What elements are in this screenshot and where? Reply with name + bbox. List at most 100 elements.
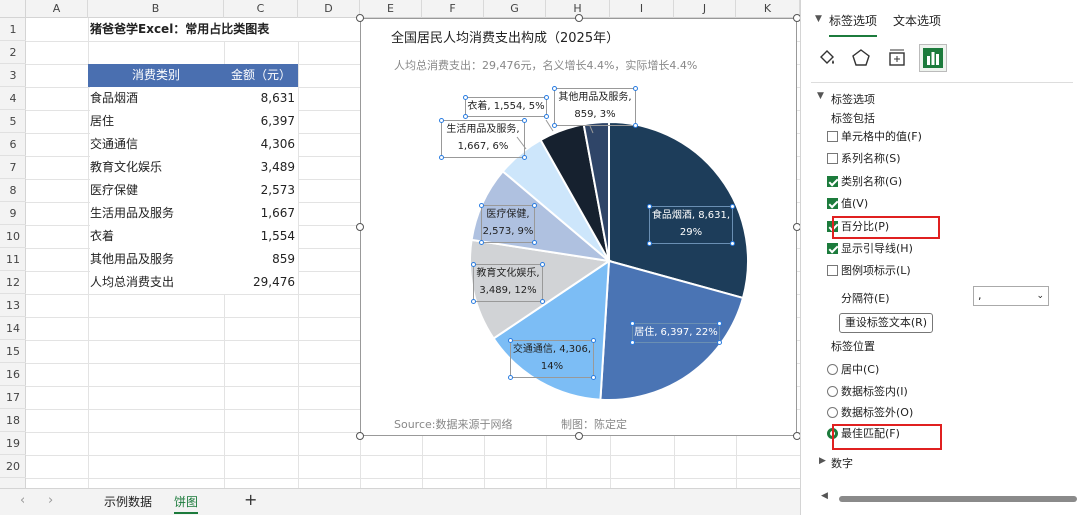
effects-icon[interactable]	[847, 44, 875, 72]
radio-icon[interactable]	[827, 364, 838, 375]
row-header[interactable]: 12	[0, 271, 26, 294]
column-header-c[interactable]: C	[224, 0, 298, 18]
section-number[interactable]: 数字	[831, 455, 853, 471]
table-cell-category[interactable]: 医疗保健	[90, 179, 224, 202]
checkbox-series-name[interactable]: 系列名称(S)	[827, 151, 901, 167]
table-cell-category[interactable]: 食品烟酒	[90, 87, 224, 110]
row-header[interactable]: 1	[0, 18, 26, 41]
table-cell-amount[interactable]: 6,397	[224, 110, 298, 133]
radio-icon[interactable]	[827, 407, 838, 418]
table-cell-category[interactable]: 其他用品及服务	[90, 248, 224, 271]
column-header-e[interactable]: E	[360, 0, 422, 18]
data-label-transport[interactable]: 交通通信, 4,306, 14%	[508, 338, 596, 380]
checkbox-legend-key[interactable]: 图例项标示(L)	[827, 263, 911, 279]
radio-icon[interactable]	[827, 386, 838, 397]
label-options-chart-icon[interactable]	[919, 44, 947, 72]
chevron-down-icon[interactable]: ▼	[817, 91, 824, 101]
table-cell-amount[interactable]: 859	[224, 248, 298, 271]
fill-line-icon[interactable]	[813, 44, 841, 72]
row-header[interactable]: 3	[0, 64, 26, 87]
resize-handle[interactable]	[575, 432, 583, 440]
tab-label-options[interactable]: 标签选项	[829, 12, 878, 37]
row-header[interactable]: 9	[0, 202, 26, 225]
section-label-options[interactable]: 标签选项	[831, 91, 875, 107]
scroll-left-icon[interactable]: ◀	[821, 491, 828, 501]
table-cell-amount[interactable]: 1,554	[224, 225, 298, 248]
column-header-f[interactable]: F	[422, 0, 484, 18]
chart-author-note[interactable]: 制图：陈定定	[561, 416, 627, 432]
checkbox-value[interactable]: 值(V)	[827, 196, 868, 212]
chevron-down-icon[interactable]: ▼	[815, 14, 822, 24]
sheet-title-cell[interactable]: 猪爸爸学Excel：常用占比类图表	[90, 18, 330, 41]
table-cell-amount[interactable]: 29,476	[224, 271, 298, 294]
data-label-food[interactable]: 食品烟酒, 8,631, 29%	[647, 204, 735, 246]
header-cell-amount[interactable]: 金额（元）	[224, 64, 298, 87]
row-header[interactable]: 2	[0, 41, 26, 64]
resize-handle[interactable]	[356, 223, 364, 231]
data-label-education[interactable]: 教育文化娱乐, 3,489, 12%	[471, 262, 545, 304]
scrollbar-thumb[interactable]	[839, 496, 1077, 502]
sheet-tab-sample-data[interactable]: 示例数据	[104, 492, 152, 512]
table-cell-amount[interactable]: 3,489	[224, 156, 298, 179]
row-header[interactable]: 13	[0, 294, 26, 317]
table-cell-amount[interactable]: 8,631	[224, 87, 298, 110]
table-cell-amount[interactable]: 1,667	[224, 202, 298, 225]
row-header[interactable]: 17	[0, 386, 26, 409]
checkbox-icon[interactable]	[827, 265, 838, 276]
checkbox-cell-value[interactable]: 单元格中的值(F)	[827, 129, 922, 145]
row-header[interactable]: 5	[0, 110, 26, 133]
checkbox-checked-icon[interactable]	[827, 243, 838, 254]
checkbox-checked-icon[interactable]	[827, 198, 838, 209]
row-header[interactable]: 7	[0, 156, 26, 179]
panel-horizontal-scrollbar[interactable]: ◀	[821, 491, 1079, 504]
next-sheet-arrow-icon[interactable]: ›	[48, 493, 53, 508]
row-header[interactable]: 19	[0, 432, 26, 455]
table-cell-amount[interactable]: 4,306	[224, 133, 298, 156]
add-sheet-icon[interactable]: +	[244, 490, 257, 509]
pie-chart-object[interactable]: 全国居民人均消费支出构成（2025年） 人均总消费支出：29,476元，名义增长…	[356, 14, 801, 440]
column-header-i[interactable]: I	[610, 0, 674, 18]
checkbox-icon[interactable]	[827, 153, 838, 164]
data-label-medical[interactable]: 医疗保健, 2,573, 9%	[479, 203, 537, 245]
radio-outside-end[interactable]: 数据标签外(O)	[827, 405, 913, 421]
data-label-other[interactable]: 其他用品及服务, 859, 3%	[552, 86, 638, 128]
column-header-k[interactable]: K	[736, 0, 800, 18]
checkbox-leader-lines[interactable]: 显示引导线(H)	[827, 241, 913, 257]
chart-source-note[interactable]: Source:数据来源于网络	[394, 416, 513, 432]
data-label-clothing[interactable]: 衣着, 1,554, 5%	[463, 95, 549, 119]
column-header-b[interactable]: B	[88, 0, 224, 18]
reset-label-text-button[interactable]: 重设标签文本(R)	[839, 313, 933, 333]
row-header[interactable]: 11	[0, 248, 26, 271]
chevron-right-icon[interactable]: ▶	[819, 456, 826, 466]
size-properties-icon[interactable]	[883, 44, 911, 72]
row-header[interactable]: 6	[0, 133, 26, 156]
row-header[interactable]: 16	[0, 363, 26, 386]
table-cell-category[interactable]: 生活用品及服务	[90, 202, 224, 225]
select-all-corner[interactable]	[0, 0, 26, 18]
column-header-d[interactable]: D	[298, 0, 360, 18]
separator-select[interactable]: , ⌄	[973, 286, 1049, 306]
radio-center[interactable]: 居中(C)	[827, 362, 879, 378]
table-cell-category[interactable]: 交通通信	[90, 133, 224, 156]
row-header[interactable]: 15	[0, 340, 26, 363]
checkbox-icon[interactable]	[827, 131, 838, 142]
table-cell-category[interactable]: 人均总消费支出	[90, 271, 224, 294]
column-header-a[interactable]: A	[26, 0, 88, 18]
resize-handle[interactable]	[356, 14, 364, 22]
row-header[interactable]: 18	[0, 409, 26, 432]
tab-text-options[interactable]: 文本选项	[893, 12, 941, 29]
column-header-g[interactable]: G	[484, 0, 546, 18]
row-header[interactable]: 20	[0, 455, 26, 478]
table-cell-category[interactable]: 教育文化娱乐	[90, 156, 224, 179]
header-cell-category[interactable]: 消费类别	[88, 64, 224, 87]
checkbox-category-name[interactable]: 类别名称(G)	[827, 174, 902, 190]
row-header[interactable]: 4	[0, 87, 26, 110]
resize-handle[interactable]	[356, 432, 364, 440]
resize-handle[interactable]	[575, 14, 583, 22]
data-label-household[interactable]: 生活用品及服务, 1,667, 6%	[439, 118, 527, 160]
row-header[interactable]: 14	[0, 317, 26, 340]
table-cell-category[interactable]: 衣着	[90, 225, 224, 248]
row-header[interactable]: 10	[0, 225, 26, 248]
row-header[interactable]: 8	[0, 179, 26, 202]
prev-sheet-arrow-icon[interactable]: ‹	[20, 493, 25, 508]
